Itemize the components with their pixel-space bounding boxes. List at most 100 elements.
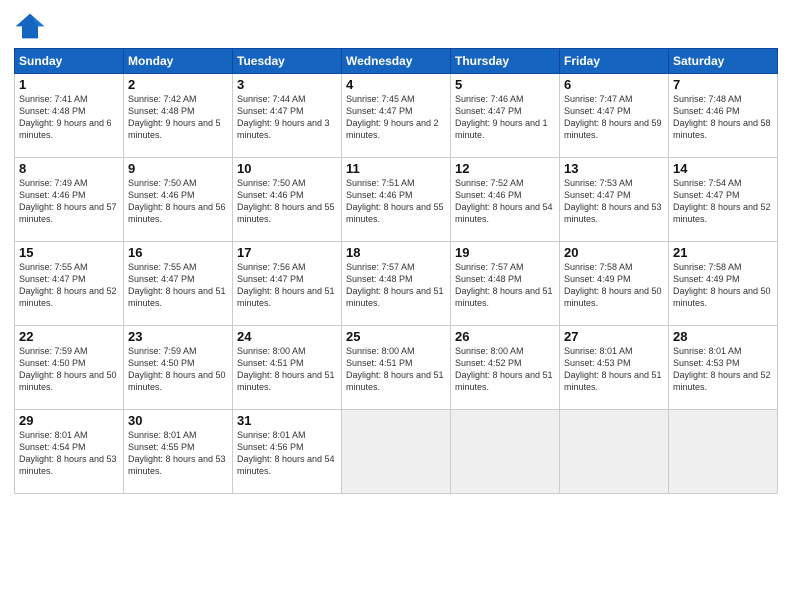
day-info: Sunrise: 7:56 AM Sunset: 4:47 PM Dayligh…: [237, 261, 337, 310]
calendar-cell: 21Sunrise: 7:58 AM Sunset: 4:49 PM Dayli…: [669, 242, 778, 326]
calendar-cell: 29Sunrise: 8:01 AM Sunset: 4:54 PM Dayli…: [15, 410, 124, 494]
calendar-cell: 17Sunrise: 7:56 AM Sunset: 4:47 PM Dayli…: [233, 242, 342, 326]
day-info: Sunrise: 7:58 AM Sunset: 4:49 PM Dayligh…: [564, 261, 664, 310]
day-number: 1: [19, 77, 119, 92]
day-info: Sunrise: 7:54 AM Sunset: 4:47 PM Dayligh…: [673, 177, 773, 226]
day-number: 5: [455, 77, 555, 92]
calendar-cell: 18Sunrise: 7:57 AM Sunset: 4:48 PM Dayli…: [342, 242, 451, 326]
weekday-header-friday: Friday: [560, 49, 669, 74]
day-info: Sunrise: 7:57 AM Sunset: 4:48 PM Dayligh…: [346, 261, 446, 310]
calendar-cell: [669, 410, 778, 494]
calendar-table: SundayMondayTuesdayWednesdayThursdayFrid…: [14, 48, 778, 494]
day-number: 9: [128, 161, 228, 176]
weekday-header-row: SundayMondayTuesdayWednesdayThursdayFrid…: [15, 49, 778, 74]
day-info: Sunrise: 7:52 AM Sunset: 4:46 PM Dayligh…: [455, 177, 555, 226]
day-number: 25: [346, 329, 446, 344]
calendar-cell: 31Sunrise: 8:01 AM Sunset: 4:56 PM Dayli…: [233, 410, 342, 494]
calendar-cell: 12Sunrise: 7:52 AM Sunset: 4:46 PM Dayli…: [451, 158, 560, 242]
day-info: Sunrise: 8:00 AM Sunset: 4:51 PM Dayligh…: [237, 345, 337, 394]
weekday-header-sunday: Sunday: [15, 49, 124, 74]
calendar-cell: 24Sunrise: 8:00 AM Sunset: 4:51 PM Dayli…: [233, 326, 342, 410]
calendar-cell: 15Sunrise: 7:55 AM Sunset: 4:47 PM Dayli…: [15, 242, 124, 326]
weekday-header-saturday: Saturday: [669, 49, 778, 74]
day-number: 2: [128, 77, 228, 92]
day-info: Sunrise: 7:51 AM Sunset: 4:46 PM Dayligh…: [346, 177, 446, 226]
weekday-header-wednesday: Wednesday: [342, 49, 451, 74]
day-info: Sunrise: 7:46 AM Sunset: 4:47 PM Dayligh…: [455, 93, 555, 142]
calendar-cell: 30Sunrise: 8:01 AM Sunset: 4:55 PM Dayli…: [124, 410, 233, 494]
calendar-cell: 10Sunrise: 7:50 AM Sunset: 4:46 PM Dayli…: [233, 158, 342, 242]
day-number: 8: [19, 161, 119, 176]
calendar-cell: 8Sunrise: 7:49 AM Sunset: 4:46 PM Daylig…: [15, 158, 124, 242]
day-info: Sunrise: 8:01 AM Sunset: 4:53 PM Dayligh…: [673, 345, 773, 394]
calendar-row-3: 15Sunrise: 7:55 AM Sunset: 4:47 PM Dayli…: [15, 242, 778, 326]
header: [14, 12, 778, 40]
calendar-cell: 23Sunrise: 7:59 AM Sunset: 4:50 PM Dayli…: [124, 326, 233, 410]
day-number: 26: [455, 329, 555, 344]
calendar-cell: 11Sunrise: 7:51 AM Sunset: 4:46 PM Dayli…: [342, 158, 451, 242]
calendar-cell: 19Sunrise: 7:57 AM Sunset: 4:48 PM Dayli…: [451, 242, 560, 326]
day-number: 12: [455, 161, 555, 176]
calendar-cell: [560, 410, 669, 494]
day-info: Sunrise: 7:44 AM Sunset: 4:47 PM Dayligh…: [237, 93, 337, 142]
logo: [14, 12, 50, 40]
calendar-cell: 14Sunrise: 7:54 AM Sunset: 4:47 PM Dayli…: [669, 158, 778, 242]
day-number: 22: [19, 329, 119, 344]
day-info: Sunrise: 8:01 AM Sunset: 4:55 PM Dayligh…: [128, 429, 228, 478]
calendar-row-5: 29Sunrise: 8:01 AM Sunset: 4:54 PM Dayli…: [15, 410, 778, 494]
day-number: 7: [673, 77, 773, 92]
day-info: Sunrise: 7:55 AM Sunset: 4:47 PM Dayligh…: [128, 261, 228, 310]
logo-icon: [14, 12, 46, 40]
weekday-header-monday: Monday: [124, 49, 233, 74]
day-number: 29: [19, 413, 119, 428]
calendar-cell: 5Sunrise: 7:46 AM Sunset: 4:47 PM Daylig…: [451, 74, 560, 158]
day-number: 13: [564, 161, 664, 176]
day-number: 24: [237, 329, 337, 344]
day-info: Sunrise: 8:01 AM Sunset: 4:56 PM Dayligh…: [237, 429, 337, 478]
calendar-cell: [451, 410, 560, 494]
calendar-cell: 25Sunrise: 8:00 AM Sunset: 4:51 PM Dayli…: [342, 326, 451, 410]
calendar-cell: 28Sunrise: 8:01 AM Sunset: 4:53 PM Dayli…: [669, 326, 778, 410]
day-info: Sunrise: 7:53 AM Sunset: 4:47 PM Dayligh…: [564, 177, 664, 226]
day-info: Sunrise: 7:41 AM Sunset: 4:48 PM Dayligh…: [19, 93, 119, 142]
calendar-cell: 3Sunrise: 7:44 AM Sunset: 4:47 PM Daylig…: [233, 74, 342, 158]
calendar-row-1: 1Sunrise: 7:41 AM Sunset: 4:48 PM Daylig…: [15, 74, 778, 158]
day-number: 30: [128, 413, 228, 428]
day-number: 17: [237, 245, 337, 260]
day-number: 23: [128, 329, 228, 344]
day-number: 3: [237, 77, 337, 92]
day-info: Sunrise: 7:42 AM Sunset: 4:48 PM Dayligh…: [128, 93, 228, 142]
calendar-cell: 1Sunrise: 7:41 AM Sunset: 4:48 PM Daylig…: [15, 74, 124, 158]
day-info: Sunrise: 7:45 AM Sunset: 4:47 PM Dayligh…: [346, 93, 446, 142]
calendar-cell: 22Sunrise: 7:59 AM Sunset: 4:50 PM Dayli…: [15, 326, 124, 410]
calendar-cell: 13Sunrise: 7:53 AM Sunset: 4:47 PM Dayli…: [560, 158, 669, 242]
day-info: Sunrise: 7:58 AM Sunset: 4:49 PM Dayligh…: [673, 261, 773, 310]
day-number: 16: [128, 245, 228, 260]
day-number: 18: [346, 245, 446, 260]
calendar-cell: 6Sunrise: 7:47 AM Sunset: 4:47 PM Daylig…: [560, 74, 669, 158]
day-info: Sunrise: 7:50 AM Sunset: 4:46 PM Dayligh…: [128, 177, 228, 226]
day-number: 11: [346, 161, 446, 176]
day-info: Sunrise: 8:00 AM Sunset: 4:52 PM Dayligh…: [455, 345, 555, 394]
day-number: 19: [455, 245, 555, 260]
calendar-cell: 26Sunrise: 8:00 AM Sunset: 4:52 PM Dayli…: [451, 326, 560, 410]
day-info: Sunrise: 8:00 AM Sunset: 4:51 PM Dayligh…: [346, 345, 446, 394]
calendar-cell: 9Sunrise: 7:50 AM Sunset: 4:46 PM Daylig…: [124, 158, 233, 242]
day-info: Sunrise: 7:59 AM Sunset: 4:50 PM Dayligh…: [128, 345, 228, 394]
day-number: 4: [346, 77, 446, 92]
day-number: 31: [237, 413, 337, 428]
weekday-header-thursday: Thursday: [451, 49, 560, 74]
calendar-cell: [342, 410, 451, 494]
weekday-header-tuesday: Tuesday: [233, 49, 342, 74]
calendar-cell: 7Sunrise: 7:48 AM Sunset: 4:46 PM Daylig…: [669, 74, 778, 158]
day-info: Sunrise: 7:50 AM Sunset: 4:46 PM Dayligh…: [237, 177, 337, 226]
calendar-cell: 20Sunrise: 7:58 AM Sunset: 4:49 PM Dayli…: [560, 242, 669, 326]
day-info: Sunrise: 7:59 AM Sunset: 4:50 PM Dayligh…: [19, 345, 119, 394]
day-info: Sunrise: 7:49 AM Sunset: 4:46 PM Dayligh…: [19, 177, 119, 226]
calendar-cell: 27Sunrise: 8:01 AM Sunset: 4:53 PM Dayli…: [560, 326, 669, 410]
day-number: 21: [673, 245, 773, 260]
day-info: Sunrise: 7:55 AM Sunset: 4:47 PM Dayligh…: [19, 261, 119, 310]
day-number: 27: [564, 329, 664, 344]
day-info: Sunrise: 7:48 AM Sunset: 4:46 PM Dayligh…: [673, 93, 773, 142]
day-number: 10: [237, 161, 337, 176]
